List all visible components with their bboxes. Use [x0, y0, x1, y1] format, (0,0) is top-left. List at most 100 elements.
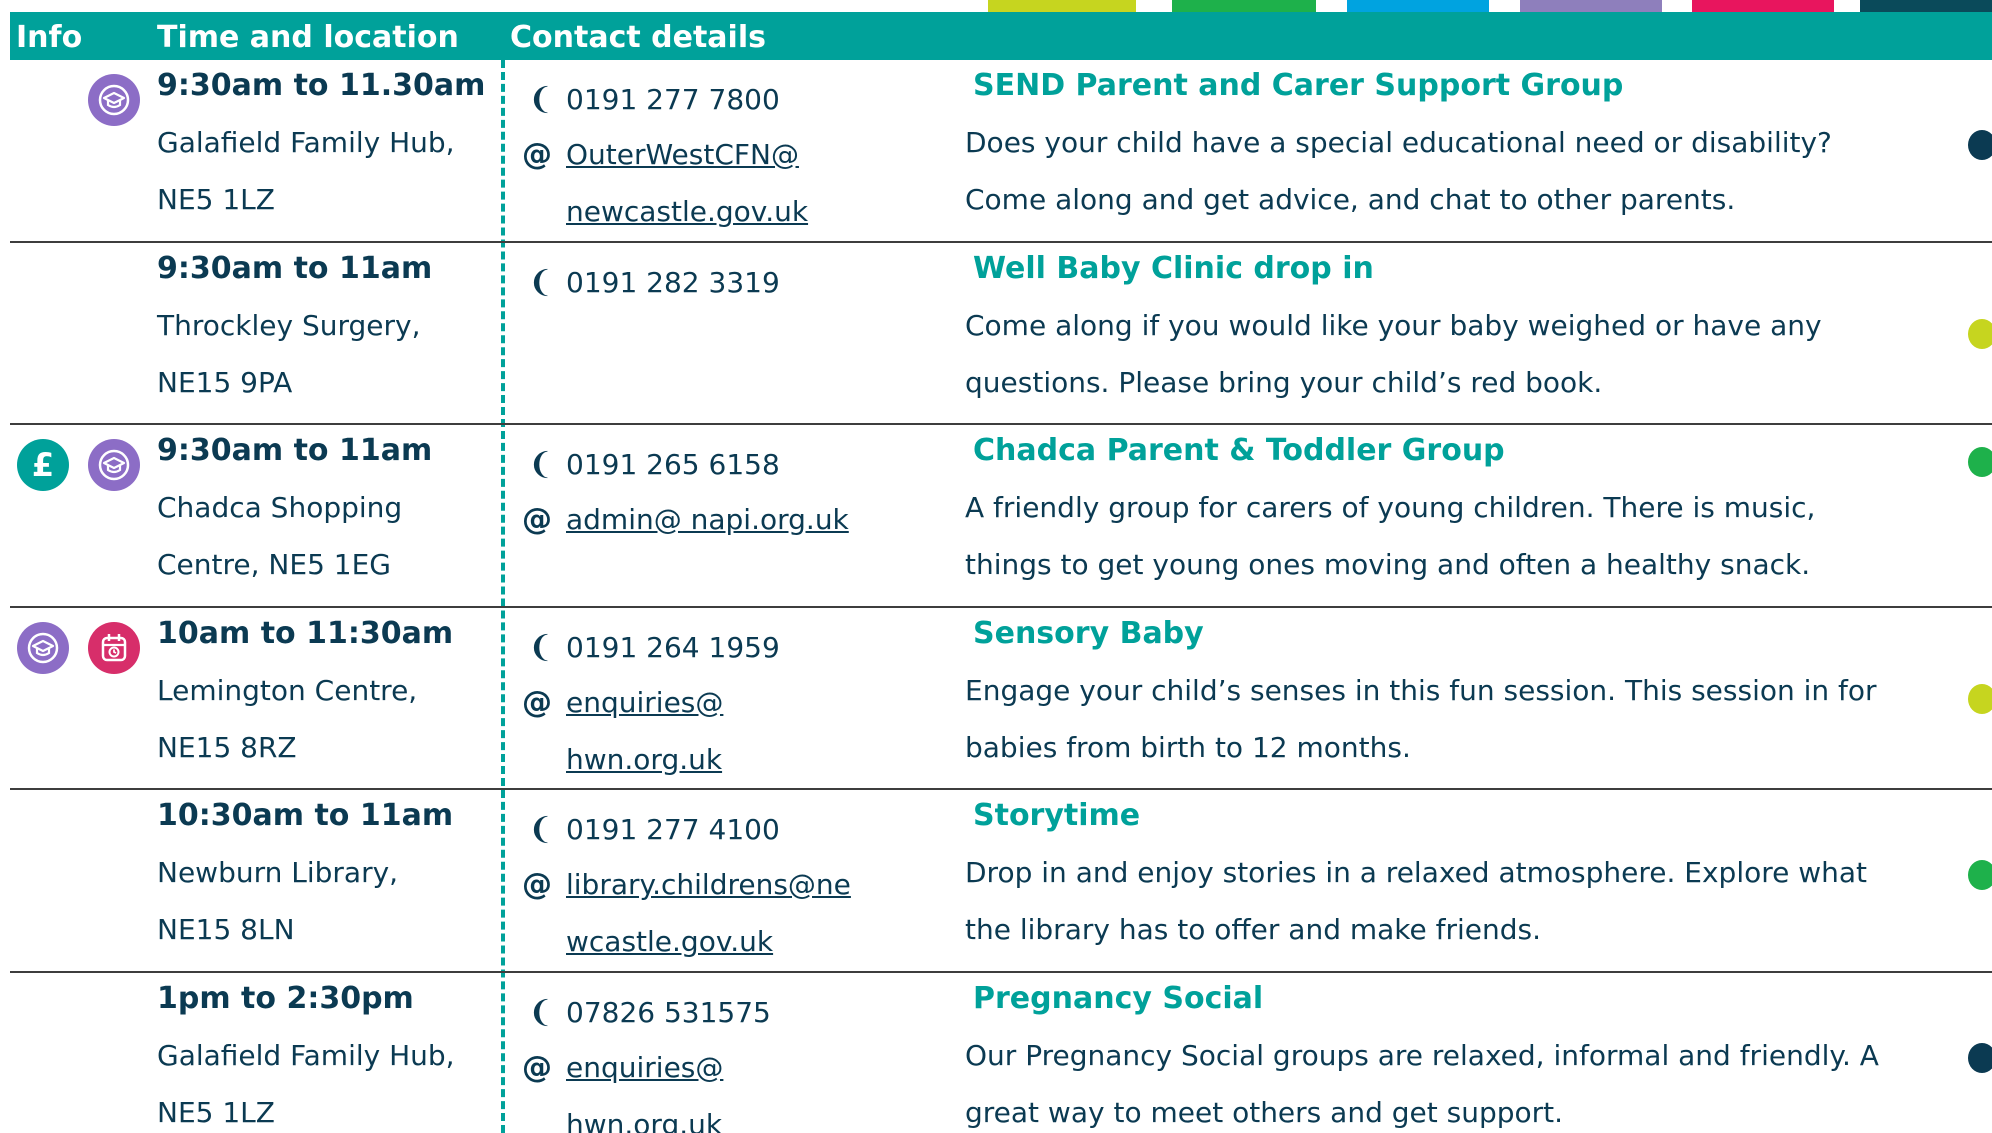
email-link[interactable]: enquiries@ hwn.org.uk — [566, 1039, 906, 1133]
location-line: NE5 1LZ — [157, 1095, 275, 1129]
color-bar-lime — [988, 0, 1136, 12]
category-dot — [1968, 318, 1992, 349]
at-icon: @ — [522, 1049, 552, 1085]
email-line-text[interactable]: OuterWestCFN@ — [566, 126, 906, 183]
activity-description: Storytime Drop in and enjoy stories in a… — [965, 798, 1965, 958]
location-line: NE15 8RZ — [157, 730, 297, 764]
session-time: 9:30am to 11.30am — [157, 68, 486, 103]
info-icons: £ — [10, 439, 150, 499]
phone-number[interactable]: 0191 277 7800 — [566, 83, 780, 116]
location-line: Lemington Centre, — [157, 673, 418, 707]
email-line-text[interactable]: enquiries@ — [566, 1039, 906, 1096]
activity-body: Drop in and enjoy stories in a relaxed a… — [965, 844, 1965, 958]
phone-number[interactable]: 0191 264 1959 — [566, 631, 780, 664]
contact-details: ❨ 0191 282 3319 — [522, 257, 962, 309]
session-location: Throckley Surgery, NE15 9PA — [157, 297, 497, 411]
contact-details: ❨ 0191 277 7800 @ OuterWestCFN@ newcastle… — [522, 74, 962, 240]
info-icons — [10, 621, 150, 682]
description-line: Come along if you would like your baby w… — [965, 308, 1822, 342]
activity-body: Engage your child’s senses in this fun s… — [965, 662, 1965, 776]
phone-number[interactable]: 07826 531575 — [566, 996, 771, 1029]
phone-icon: ❨ — [528, 812, 554, 847]
activity-description: Well Baby Clinic drop in Come along if y… — [965, 251, 1965, 411]
description-line: Does your child have a special education… — [965, 126, 1832, 159]
phone-line: ❨ 0191 277 7800 — [522, 74, 962, 126]
phone-icon: ❨ — [528, 447, 554, 482]
email-line-text[interactable]: newcastle.gov.uk — [566, 183, 906, 240]
location-line: Galafield Family Hub, — [157, 126, 455, 159]
table-row: 10:30am to 11am Newburn Library, NE15 8LN… — [10, 790, 1992, 973]
phone-number[interactable]: 0191 282 3319 — [566, 266, 780, 299]
phone-icon: ❨ — [528, 82, 554, 117]
description-line: A friendly group for carers of young chi… — [965, 491, 1816, 524]
category-dot — [1968, 860, 1992, 890]
activity-title: Well Baby Clinic drop in — [973, 250, 1374, 286]
session-location: Newburn Library, NE15 8LN — [157, 844, 497, 958]
at-icon: @ — [522, 502, 552, 537]
phone-line: ❨ 07826 531575 — [522, 987, 962, 1039]
info-icons — [10, 74, 150, 134]
header-contact-details: Contact details — [510, 20, 766, 55]
email-line-text[interactable]: hwn.org.uk — [566, 1096, 906, 1133]
activity-description: SEND Parent and Carer Support Group Does… — [965, 68, 1965, 228]
activity-title: Storytime — [973, 798, 1141, 833]
email-link[interactable]: library.childrens@ne wcastle.gov.uk — [566, 856, 906, 970]
top-color-bars — [0, 0, 1992, 12]
category-dot — [1968, 130, 1992, 160]
session-location: Chadca Shopping Centre, NE5 1EG — [157, 479, 497, 593]
description-line: babies from birth to 12 months. — [965, 730, 1411, 764]
color-bar-magenta — [1692, 0, 1834, 12]
phone-line: ❨ 0191 282 3319 — [522, 257, 962, 309]
activity-description: Sensory Baby Engage your child’s senses … — [965, 616, 1965, 776]
contact-details: ❨ 0191 265 6158 @ admin@ napi.org.uk — [522, 439, 962, 548]
location-line: Galafield Family Hub, — [157, 1038, 455, 1072]
color-bar-green — [1172, 0, 1316, 12]
email-line-text[interactable]: library.childrens@ne — [566, 856, 906, 913]
email-link[interactable]: enquiries@ hwn.org.uk — [566, 674, 906, 788]
color-bar-dark-teal — [1860, 0, 1992, 12]
category-dot — [1968, 447, 1992, 477]
calendar-icon — [88, 621, 140, 674]
location-line: Centre, NE5 1EG — [157, 548, 391, 581]
table-header: Info Time and location Contact details — [10, 12, 1992, 60]
email-line-text[interactable]: admin@ napi.org.uk — [566, 491, 906, 548]
email-line-text[interactable]: wcastle.gov.uk — [566, 913, 906, 970]
activity-description: Chadca Parent & Toddler Group A friendly… — [965, 433, 1965, 593]
phone-line: ❨ 0191 277 4100 — [522, 804, 962, 856]
phone-icon: ❨ — [528, 264, 554, 300]
at-icon: @ — [522, 684, 552, 720]
info-icons — [10, 804, 150, 864]
description-line: questions. Please bring your child’s red… — [965, 365, 1603, 399]
activity-title: SEND Parent and Carer Support Group — [973, 68, 1624, 103]
phone-number[interactable]: 0191 277 4100 — [566, 813, 780, 846]
session-time: 9:30am to 11am — [157, 433, 433, 468]
graduation-cap-icon — [88, 74, 140, 126]
phone-line: ❨ 0191 265 6158 — [522, 439, 962, 491]
category-dot — [1968, 1042, 1992, 1073]
email-link[interactable]: admin@ napi.org.uk — [566, 491, 906, 548]
at-icon: @ — [522, 867, 552, 902]
contact-details: ❨ 07826 531575 @ enquiries@ hwn.org.uk — [522, 987, 962, 1133]
email-line: @ library.childrens@ne wcastle.gov.uk — [522, 856, 962, 970]
email-link[interactable]: OuterWestCFN@ newcastle.gov.uk — [566, 126, 906, 240]
session-time: 10:30am to 11am — [157, 798, 454, 833]
header-info: Info — [16, 20, 83, 55]
activity-title: Chadca Parent & Toddler Group — [973, 433, 1505, 468]
activity-body: Come along if you would like your baby w… — [965, 297, 1965, 411]
activity-description: Pregnancy Social Our Pregnancy Social gr… — [965, 981, 1965, 1133]
description-line: Come along and get advice, and chat to o… — [965, 183, 1736, 216]
color-bar-lavender — [1520, 0, 1662, 12]
location-line: Throckley Surgery, — [157, 308, 421, 342]
description-line: great way to meet others and get support… — [965, 1095, 1564, 1129]
activity-table: 9:30am to 11.30am Galafield Family Hub, N… — [10, 60, 1992, 1133]
location-line: NE5 1LZ — [157, 183, 275, 216]
phone-line: ❨ 0191 264 1959 — [522, 622, 962, 674]
info-icons — [10, 987, 150, 1047]
email-line: @ enquiries@ hwn.org.uk — [522, 674, 962, 788]
phone-number[interactable]: 0191 265 6158 — [566, 448, 780, 481]
color-bar-blue — [1347, 0, 1489, 12]
description-line: Our Pregnancy Social groups are relaxed,… — [965, 1038, 1879, 1072]
email-line-text[interactable]: hwn.org.uk — [566, 731, 906, 788]
email-line-text[interactable]: enquiries@ — [566, 674, 906, 731]
pound-icon: £ — [17, 439, 69, 491]
